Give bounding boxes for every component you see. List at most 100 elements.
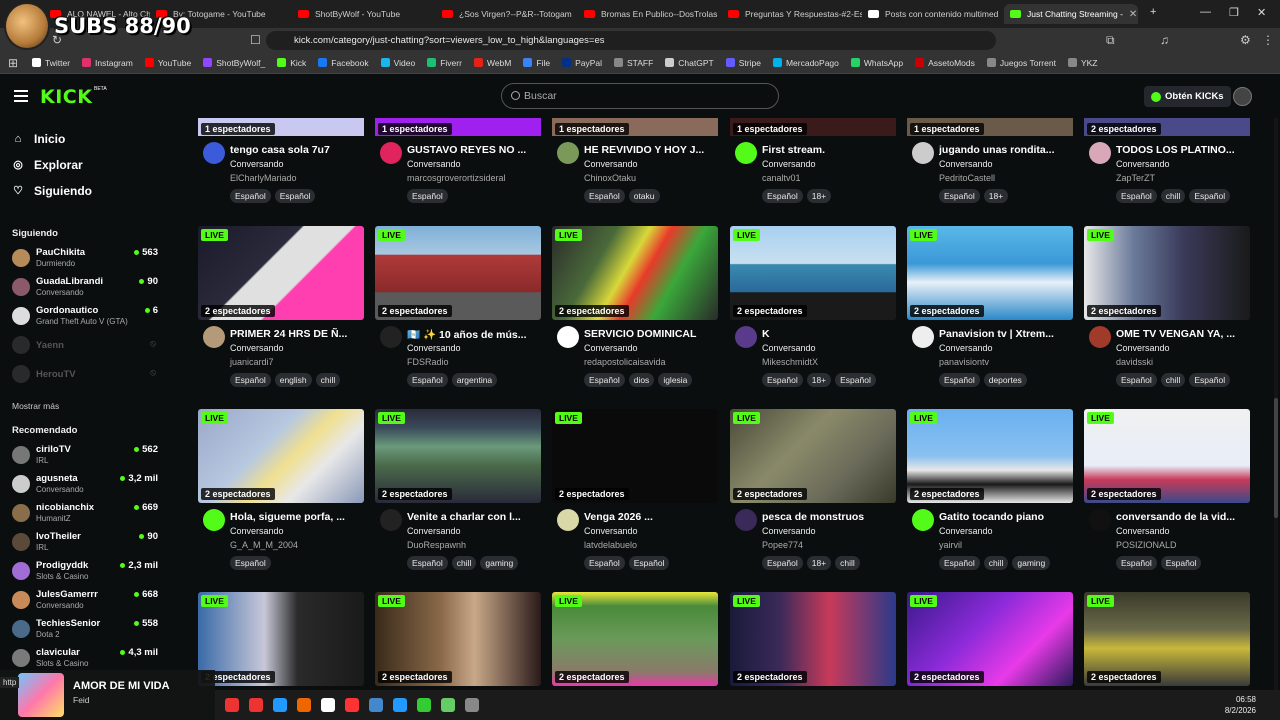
stream-tag[interactable]: otaku xyxy=(628,189,660,203)
close-tab-icon[interactable]: ✕ xyxy=(1129,9,1137,20)
streamer-username[interactable]: PedritoCastell xyxy=(939,173,995,183)
sidebar-channel[interactable]: JulesGamerrr Conversando 668 xyxy=(12,589,162,615)
stream-tag[interactable]: chill xyxy=(451,556,477,570)
stream-thumbnail[interactable]: LIVE 2 espectadores xyxy=(552,226,718,320)
streamer-avatar[interactable] xyxy=(380,326,402,348)
stream-category[interactable]: Conversando xyxy=(584,526,638,536)
stream-tag[interactable]: Español xyxy=(762,556,803,570)
stream-category[interactable]: Conversando xyxy=(407,526,461,536)
stream-card[interactable]: LIVE 2 espectadores xyxy=(907,592,1073,686)
bookmark-item[interactable]: Fiverr xyxy=(427,58,462,68)
stream-card[interactable]: LIVE 2 espectadores xyxy=(198,592,364,686)
stream-category[interactable]: Conversando xyxy=(584,343,638,353)
nav-explorar[interactable]: ◎ Explorar xyxy=(12,158,83,172)
stream-tag[interactable]: chill xyxy=(983,556,1009,570)
page-scrollbar[interactable] xyxy=(1274,118,1278,690)
stream-tag[interactable]: Español xyxy=(230,556,271,570)
stream-card[interactable]: LIVE 2 espectadores Venite a charlar con l… xyxy=(375,409,541,570)
stream-tag[interactable]: Español xyxy=(1116,373,1157,387)
hamburger-menu-icon[interactable] xyxy=(14,90,28,102)
bookmark-item[interactable]: WhatsApp xyxy=(850,58,903,68)
bookmark-item[interactable]: YouTube xyxy=(144,58,191,68)
taskbar-app-icon[interactable] xyxy=(441,698,455,712)
stream-tag[interactable]: gaming xyxy=(1012,556,1051,570)
streamer-avatar[interactable] xyxy=(912,142,934,164)
stream-category[interactable]: Conversando xyxy=(1116,159,1170,169)
stream-thumbnail[interactable]: LIVE 2 espectadores xyxy=(375,226,541,320)
stream-title[interactable]: tengo casa sola 7u7 xyxy=(230,144,362,156)
stream-category[interactable]: Conversando xyxy=(584,159,638,169)
browser-tab[interactable]: ShotByWolf - YouTube xyxy=(292,4,434,24)
stream-category[interactable]: Conversando xyxy=(1116,343,1170,353)
stream-card[interactable]: LIVE 2 espectadores xyxy=(730,592,896,686)
show-more-link[interactable]: Mostrar más xyxy=(12,401,59,411)
stream-card[interactable]: LIVE 2 espectadores Venga 2026 ... Conversa… xyxy=(552,409,718,570)
streamer-username[interactable]: MikeschmidtX xyxy=(762,357,818,367)
taskbar-app-icon[interactable] xyxy=(249,698,263,712)
stream-title[interactable]: PRIMER 24 HRS DE Ñ... xyxy=(230,328,362,340)
scrollbar-thumb[interactable] xyxy=(1274,398,1278,518)
url-input[interactable]: kick.com/category/just-chatting?sort=vie… xyxy=(266,31,996,50)
extensions-icon[interactable]: ⧉ xyxy=(1106,33,1115,48)
stream-title[interactable]: HE REVIVIDO Y HOY J... xyxy=(584,144,716,156)
stream-title[interactable]: jugando unas rondita... xyxy=(939,144,1071,156)
browser-tab[interactable]: ¿Sos Virgen?--P&R--Totogam xyxy=(436,4,576,24)
system-clock[interactable]: 06:58 8/2/2026 xyxy=(1225,694,1256,716)
user-avatar[interactable] xyxy=(1233,87,1252,106)
stream-thumbnail[interactable]: LIVE 2 espectadores xyxy=(907,592,1073,686)
bookmark-item[interactable]: STAFF xyxy=(614,58,653,68)
stream-card[interactable]: LIVE 2 espectadores pesca de monstruos Conv… xyxy=(730,409,896,570)
stream-category[interactable]: Conversando xyxy=(762,526,816,536)
stream-tag[interactable]: Español xyxy=(1116,189,1157,203)
stream-thumbnail[interactable]: 1 espectadores xyxy=(552,118,718,136)
stream-card[interactable]: LIVE 2 espectadores conversando de la vid.… xyxy=(1084,409,1250,570)
bookmark-item[interactable]: WebM xyxy=(473,58,511,68)
stream-thumbnail[interactable]: LIVE 2 espectadores xyxy=(375,592,541,686)
stream-tag[interactable]: Español xyxy=(762,373,803,387)
bookmark-item[interactable]: Twitter xyxy=(32,58,70,68)
sidebar-channel[interactable]: IvoTheiler IRL 90 xyxy=(12,531,162,557)
bookmark-item[interactable]: File xyxy=(523,58,550,68)
notification-off-icon[interactable]: ⦸ xyxy=(150,367,156,378)
streamer-username[interactable]: redapostolicaisavida xyxy=(584,357,666,367)
taskbar-app-icon[interactable] xyxy=(393,698,407,712)
stream-tag[interactable]: Español xyxy=(407,189,448,203)
stream-thumbnail[interactable]: LIVE 2 espectadores xyxy=(198,592,364,686)
stream-category[interactable]: Conversando xyxy=(407,159,461,169)
sidebar-channel[interactable]: GuadaLibrandi Conversando 90 xyxy=(12,276,162,302)
stream-tag[interactable]: dios xyxy=(628,373,655,387)
bookmark-item[interactable]: YKZ xyxy=(1067,58,1097,68)
stream-card[interactable]: LIVE 2 espectadores Panavision tv | Xtrem.… xyxy=(907,226,1073,387)
stream-thumbnail[interactable]: LIVE 2 espectadores xyxy=(1084,592,1250,686)
taskbar-app-icon[interactable] xyxy=(369,698,383,712)
stream-thumbnail[interactable]: LIVE 2 espectadores xyxy=(730,226,896,320)
stream-thumbnail[interactable]: LIVE 2 espectadores xyxy=(730,592,896,686)
stream-card[interactable]: 1 espectadores GUSTAVO REYES NO ... Conver… xyxy=(375,118,541,203)
streamer-username[interactable]: ElCharlyMariado xyxy=(230,173,297,183)
streamer-avatar[interactable] xyxy=(912,509,934,531)
stream-card[interactable]: 1 espectadores tengo casa sola 7u7 Convers… xyxy=(198,118,364,203)
bookmark-item[interactable]: MercadoPago xyxy=(772,58,839,68)
stream-title[interactable]: TODOS LOS PLATINO... xyxy=(1116,144,1248,156)
taskbar-app-icon[interactable] xyxy=(345,698,359,712)
menu-dots-icon[interactable]: ⋮ xyxy=(1262,33,1274,47)
stream-category[interactable]: Conversando xyxy=(762,343,816,353)
stream-tag[interactable]: Español xyxy=(1189,189,1231,203)
streamer-avatar[interactable] xyxy=(380,142,402,164)
streamer-avatar[interactable] xyxy=(735,509,757,531)
stream-card[interactable]: LIVE 2 espectadores Gatito tocando piano Co… xyxy=(907,409,1073,570)
bookmark-item[interactable]: ChatGPT xyxy=(665,58,714,68)
bookmark-item[interactable]: AssetoMods xyxy=(915,58,975,68)
stream-thumbnail[interactable]: 1 espectadores xyxy=(730,118,896,136)
taskbar-app-icon[interactable] xyxy=(321,698,335,712)
taskbar-app-icon[interactable] xyxy=(297,698,311,712)
stream-thumbnail[interactable]: LIVE 2 espectadores xyxy=(198,409,364,503)
stream-tag[interactable]: Español xyxy=(407,373,448,387)
streamer-avatar[interactable] xyxy=(1089,509,1111,531)
apps-grid-icon[interactable]: ⊞ xyxy=(8,56,18,70)
stream-card[interactable]: 2 espectadores TODOS LOS PLATINO... Conver… xyxy=(1084,118,1250,203)
stream-tag[interactable]: deportes xyxy=(983,373,1027,387)
bookmark-item[interactable]: Video xyxy=(380,58,415,68)
stream-thumbnail[interactable]: LIVE 2 espectadores xyxy=(907,409,1073,503)
bookmark-icon[interactable]: ☐ xyxy=(250,33,261,47)
